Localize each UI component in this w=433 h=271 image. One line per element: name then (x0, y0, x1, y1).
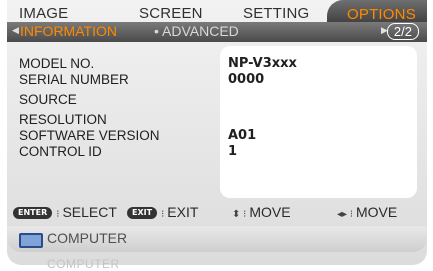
info-content: MODEL NO. SERIAL NUMBER SOURCE RESOLUTIO… (7, 42, 427, 198)
source-label: COMPUTER (47, 230, 128, 246)
value-control-id: 1 (228, 144, 238, 159)
value-serial-number: 0000 (228, 72, 265, 87)
computer-icon (19, 233, 43, 248)
tab-screen[interactable]: SCREEN (139, 5, 203, 22)
value-panel: NP-V3xxx 0000 A01 1 (220, 46, 417, 198)
label-resolution: RESOLUTION (19, 112, 107, 127)
label-control-id: CONTROL ID (19, 144, 102, 159)
help-bar: ENTER ⁝ SELECT EXIT ⁝ EXIT ⬍ ⁝ MOVE ◂▸ ⁝ MOVE (7, 199, 427, 225)
help-move-vertical: ⬍ ⁝ MOVE (232, 204, 291, 220)
page-indicator: 2/2 (386, 23, 419, 40)
help-move-horizontal: ◂▸ ⁝ MOVE (337, 204, 397, 220)
select-glyph-icon: ⁝ (56, 209, 60, 220)
exit-glyph-icon: ⁝ (161, 209, 165, 220)
label-serial-number: SERIAL NUMBER (19, 72, 129, 87)
help-move-vertical-label: MOVE (249, 204, 291, 220)
value-model-no: NP-V3xxx (228, 56, 297, 71)
help-exit-label: EXIT (167, 204, 199, 220)
left-arrow-icon[interactable]: ◀ (12, 25, 19, 36)
tab-image[interactable]: IMAGE (19, 5, 68, 22)
help-exit: EXIT ⁝ EXIT (127, 204, 198, 220)
subtab-advanced-label: ADVANCED (162, 23, 239, 39)
help-move-horizontal-label: MOVE (356, 204, 398, 220)
label-software-version: SOFTWARE VERSION (19, 128, 160, 143)
exit-key-icon: EXIT (127, 207, 158, 219)
up-down-arrows-icon: ⬍ ⁝ (232, 209, 247, 220)
label-model-no: MODEL NO. (19, 56, 95, 71)
left-right-arrows-icon: ◂▸ ⁝ (337, 209, 353, 220)
help-select: ENTER ⁝ SELECT (13, 204, 117, 220)
enter-key-icon: ENTER (13, 207, 53, 219)
source-bar: COMPUTER (7, 226, 427, 252)
subtab-advanced[interactable]: • ADVANCED (154, 23, 239, 39)
label-source: SOURCE (19, 92, 77, 107)
subtab-information[interactable]: INFORMATION (20, 23, 117, 39)
bullet-icon: • (154, 23, 159, 39)
help-select-label: SELECT (62, 204, 117, 220)
subtab-bar: ◀ INFORMATION • ADVANCED ▶ 2/2 (7, 22, 427, 42)
value-software-version: A01 (228, 128, 257, 143)
tab-setting[interactable]: SETTING (243, 5, 309, 22)
